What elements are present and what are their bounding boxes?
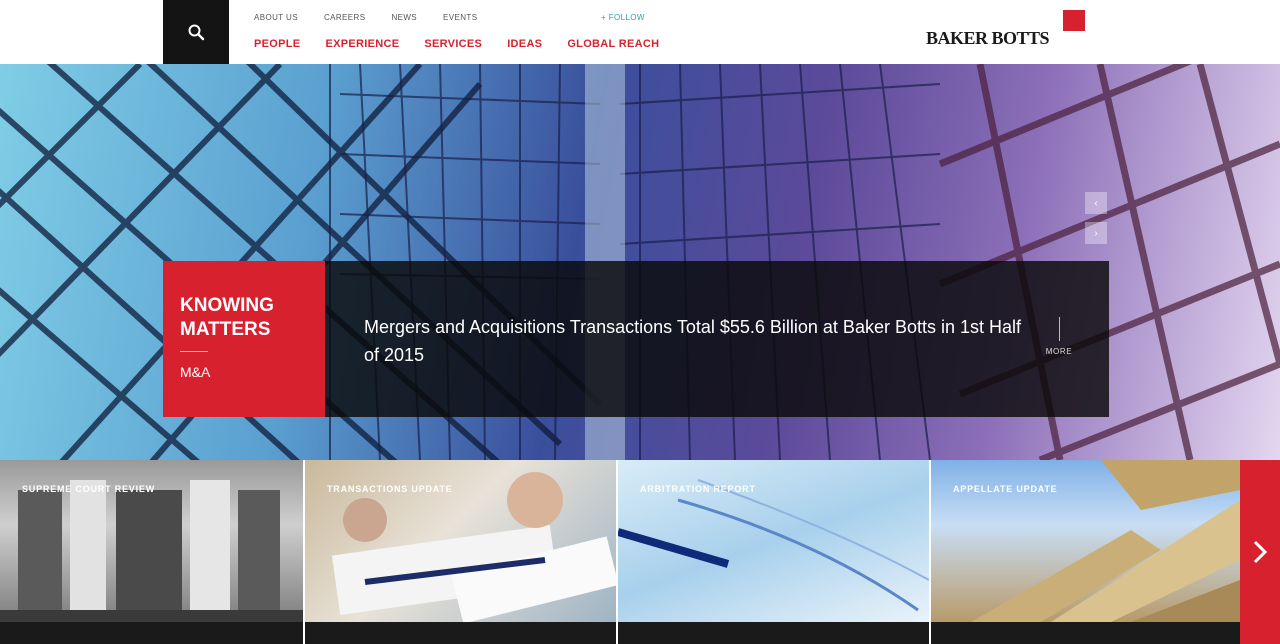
feature-tiles: SUPREME COURT REVIEW TRANSACTIONS UPDATE… [0, 460, 1280, 644]
tile-footer [931, 622, 1240, 644]
nav-about-us[interactable]: ABOUT US [254, 13, 298, 22]
nav-services[interactable]: SERVICES [424, 38, 482, 50]
more-line-icon [1058, 317, 1060, 341]
nav-news[interactable]: NEWS [391, 13, 417, 22]
nav-events[interactable]: EVENTS [443, 13, 477, 22]
logo-square [1063, 10, 1085, 31]
tile-label: ARBITRATION REPORT [640, 484, 756, 494]
hero-banner: ‹ › KNOWING MATTERS M&A Mergers and Acqu… [0, 64, 1280, 460]
tiles-next-button[interactable] [1240, 460, 1280, 644]
nav-people[interactable]: PEOPLE [254, 38, 300, 50]
tile-label: APPELLATE UPDATE [953, 484, 1058, 494]
more-link[interactable]: MORE [1039, 317, 1079, 356]
tile-appellate-update[interactable]: APPELLATE UPDATE [931, 460, 1240, 644]
logo-wordmark: BAKER BOTTS [926, 28, 1050, 48]
follow-link[interactable]: + FOLLOW [601, 13, 645, 22]
nav-careers[interactable]: CAREERS [324, 13, 365, 22]
tile-footer [618, 622, 929, 644]
tile-footer [305, 622, 616, 644]
tile-label: TRANSACTIONS UPDATE [327, 484, 453, 494]
tile-footer [0, 622, 303, 644]
feature-label-panel[interactable]: KNOWING MATTERS M&A [163, 261, 325, 417]
search-icon [188, 24, 205, 41]
utility-nav: ABOUT US CAREERS NEWS EVENTS [254, 13, 503, 22]
feature-tag: M&A [180, 364, 211, 380]
tile-arbitration-report[interactable]: ARBITRATION REPORT [618, 460, 929, 644]
hero-prev-button[interactable]: ‹ [1085, 192, 1107, 214]
nav-global-reach[interactable]: GLOBAL REACH [567, 38, 659, 50]
main-nav: PEOPLE EXPERIENCE SERVICES IDEAS GLOBAL … [254, 38, 684, 50]
tile-transactions-update[interactable]: TRANSACTIONS UPDATE [305, 460, 616, 644]
search-button[interactable] [163, 0, 229, 64]
feature-headline-panel[interactable]: Mergers and Acquisitions Transactions To… [325, 261, 1109, 417]
feature-divider [180, 351, 208, 352]
tile-supreme-court-review[interactable]: SUPREME COURT REVIEW [0, 460, 303, 644]
nav-experience[interactable]: EXPERIENCE [325, 38, 399, 50]
site-header: ABOUT US CAREERS NEWS EVENTS + FOLLOW PE… [0, 0, 1280, 64]
nav-ideas[interactable]: IDEAS [507, 38, 542, 50]
feature-headline[interactable]: Mergers and Acquisitions Transactions To… [364, 313, 1024, 369]
brand-logo[interactable]: BAKER BOTTS [926, 10, 1086, 52]
hero-next-button[interactable]: › [1085, 222, 1107, 244]
feature-title: KNOWING MATTERS [180, 295, 274, 340]
tile-label: SUPREME COURT REVIEW [22, 484, 156, 494]
chevron-right-icon [1253, 540, 1268, 564]
more-label: MORE [1045, 347, 1073, 356]
